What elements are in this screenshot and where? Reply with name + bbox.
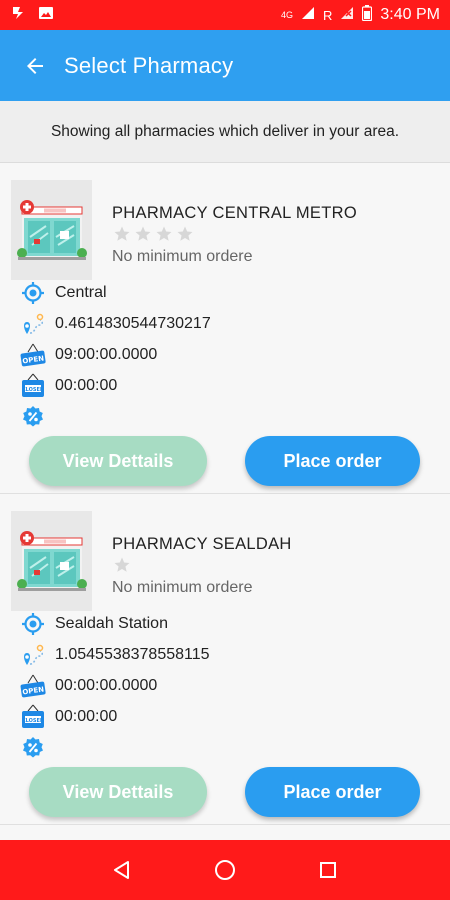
view-details-button[interactable]: View Dettails [29,767,207,817]
network-type: 4G [281,10,294,20]
distance-row: 1.0545538378558115 [20,642,210,668]
distance-text: 0.4614830544730217 [55,315,211,332]
info-banner: Showing all pharmacies which deliver in … [0,101,450,163]
view-details-button[interactable]: View Dettails [29,436,207,486]
image-notification-icon [38,5,54,26]
open-time-row: OPEN 09:00:00.0000 [20,342,157,368]
no-signal-icon [340,6,354,25]
recents-square-icon[interactable] [313,855,343,885]
closed-sign-icon: CLOSED [20,704,46,730]
pharmacy-card: PHARMACY SEALDAH No minimum ordere Seald… [0,494,450,825]
location-row: Sealdah Station [20,611,168,637]
rating-stars [113,556,131,574]
distance-text: 1.0545538378558115 [55,646,210,663]
rating-stars [113,225,194,243]
app-notification-icon [10,5,26,26]
star-icon [177,226,193,241]
pharmacy-card: PHARMACY CENTRAL METRO No minimum ordere… [0,163,450,494]
closed-sign-icon: CLOSED [20,373,46,399]
target-location-icon [20,280,46,306]
battery-icon [362,4,373,26]
discount-row [20,735,55,761]
star-icon [114,226,130,241]
page-title: Select Pharmacy [64,52,234,78]
discount-row [20,404,55,430]
distance-pin-icon [20,311,46,337]
home-circle-icon[interactable] [210,855,240,885]
close-time-text: 00:00:00 [55,377,118,394]
distance-row: 0.4614830544730217 [20,311,211,337]
svg-text:CLOSED: CLOSED [22,718,44,724]
close-time-row: CLOSED 00:00:00 [20,704,117,730]
app-bar: Select Pharmacy [0,30,450,101]
target-location-icon [20,611,46,637]
open-time-text: 09:00:00.0000 [55,346,158,363]
close-time-text: 00:00:00 [55,708,118,725]
roaming-indicator: R [323,7,333,23]
place-order-button[interactable]: Place order [245,436,420,486]
pharmacy-name: PHARMACY SEALDAH [112,535,292,553]
pharmacy-store-icon [16,200,87,260]
star-icon [135,226,151,241]
min-order-text: No minimum ordere [112,579,253,596]
location-row: Central [20,280,107,306]
open-time-row: OPEN 00:00:00.0000 [20,673,157,699]
pharmacy-thumbnail [11,511,92,611]
arrow-left-icon[interactable] [22,53,48,79]
clock: 3:40 PM [380,6,440,23]
open-time-text: 00:00:00.0000 [55,677,158,694]
location-text: Sealdah Station [55,615,168,632]
system-nav-bar [0,840,450,900]
star-icon [156,226,172,241]
discount-badge-icon [20,735,46,761]
location-text: Central [55,284,107,301]
signal-icon [301,6,315,25]
status-bar: 4G R 3:40 PM [0,0,450,30]
star-icon [114,557,130,572]
pharmacy-list[interactable]: PHARMACY CENTRAL METRO No minimum ordere… [0,163,450,840]
back-triangle-icon[interactable] [107,855,137,885]
pharmacy-thumbnail [11,180,92,280]
pharmacy-name: PHARMACY CENTRAL METRO [112,204,357,222]
discount-badge-icon [20,404,46,430]
svg-text:CLOSED: CLOSED [22,387,44,393]
open-sign-icon: OPEN [20,342,46,368]
close-time-row: CLOSED 00:00:00 [20,373,117,399]
pharmacy-store-icon [16,531,87,591]
distance-pin-icon [20,642,46,668]
place-order-button[interactable]: Place order [245,767,420,817]
min-order-text: No minimum ordere [112,248,253,265]
info-banner-text: Showing all pharmacies which deliver in … [50,122,400,140]
open-sign-icon: OPEN [20,673,46,699]
